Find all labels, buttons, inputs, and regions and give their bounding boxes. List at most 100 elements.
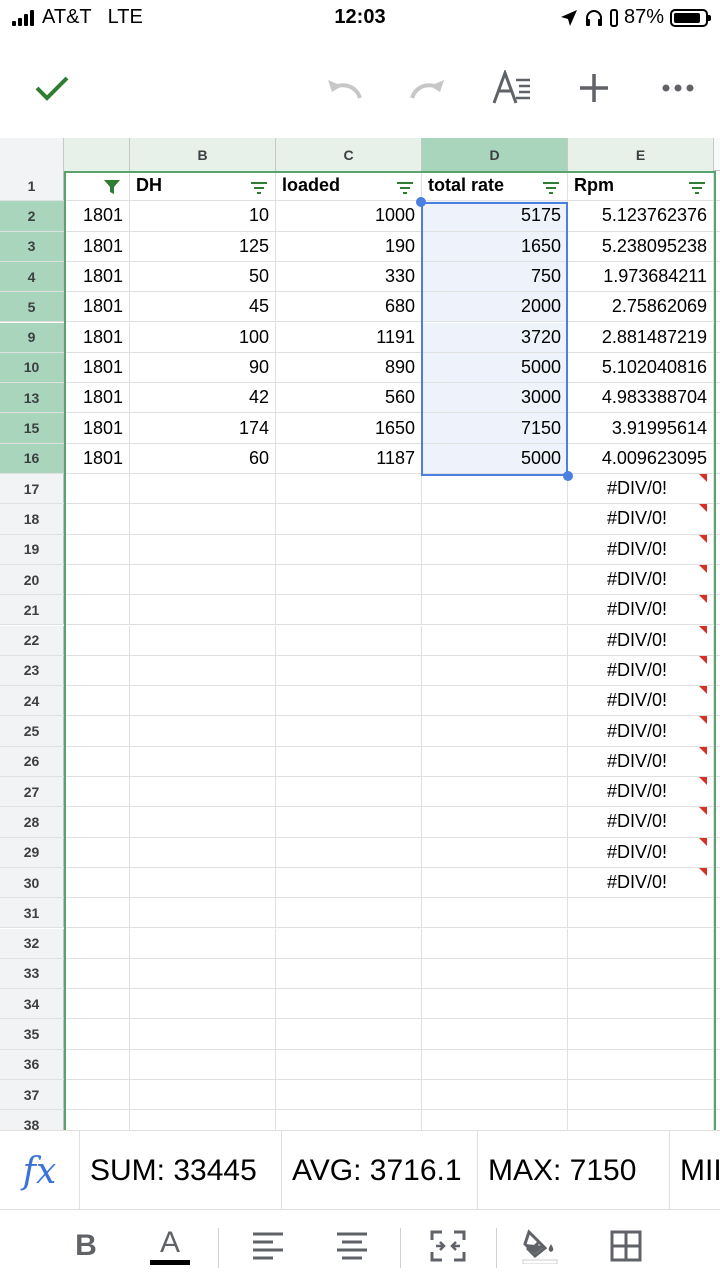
cell[interactable] (130, 777, 276, 807)
column-header-e[interactable]: E (568, 138, 714, 171)
row-number[interactable]: 2 (0, 201, 64, 231)
cell[interactable]: 7150 (422, 413, 568, 443)
cell[interactable] (276, 686, 422, 716)
cell[interactable] (422, 777, 568, 807)
cell[interactable]: 60 (130, 443, 276, 473)
cell[interactable] (130, 928, 276, 958)
cell[interactable] (276, 595, 422, 625)
cell[interactable]: 1801 (64, 231, 130, 261)
cell[interactable] (130, 474, 276, 504)
cell[interactable]: 560 (276, 383, 422, 413)
cell[interactable] (568, 989, 714, 1019)
cell[interactable]: 1801 (64, 201, 130, 231)
row-number[interactable]: 5 (0, 292, 64, 322)
row-number[interactable]: 19 (0, 534, 64, 564)
cell[interactable] (130, 1080, 276, 1110)
cell[interactable] (422, 867, 568, 898)
cell[interactable]: 1.973684211 (568, 261, 714, 292)
cell[interactable]: 680 (276, 292, 422, 322)
cell[interactable] (422, 898, 568, 928)
cell[interactable] (64, 1110, 130, 1130)
cell[interactable]: Rpm (568, 171, 714, 201)
row-number[interactable]: 20 (0, 564, 64, 595)
cell[interactable]: #DIV/0! (568, 777, 714, 807)
cell[interactable]: 330 (276, 261, 422, 292)
cell[interactable]: 750 (422, 261, 568, 292)
cell[interactable]: 1801 (64, 413, 130, 443)
cell[interactable] (130, 716, 276, 746)
cell[interactable]: #DIV/0! (568, 716, 714, 746)
cell[interactable]: 10 (130, 201, 276, 231)
cell[interactable] (64, 686, 130, 716)
cell[interactable] (130, 1019, 276, 1049)
cell[interactable] (276, 474, 422, 504)
cell[interactable] (130, 655, 276, 686)
cell[interactable]: 1801 (64, 261, 130, 292)
filter-icon[interactable] (687, 179, 707, 194)
cell[interactable] (422, 807, 568, 837)
merge-cells-button[interactable] (420, 1218, 476, 1274)
cell[interactable] (130, 867, 276, 898)
cell[interactable]: 5.123762376 (568, 201, 714, 231)
cell[interactable]: 125 (130, 231, 276, 261)
cell[interactable]: 5000 (422, 443, 568, 473)
cell[interactable] (422, 746, 568, 776)
cell[interactable] (422, 564, 568, 595)
cell[interactable] (130, 898, 276, 928)
cell[interactable]: 174 (130, 413, 276, 443)
redo-button[interactable] (400, 60, 456, 116)
cell[interactable] (276, 716, 422, 746)
filter-icon[interactable] (249, 179, 269, 194)
cell[interactable]: 1191 (276, 322, 422, 352)
row-number[interactable]: 29 (0, 837, 64, 867)
sum-stat[interactable]: SUM: 33445 (80, 1131, 282, 1209)
row-number[interactable]: 23 (0, 655, 64, 686)
cell[interactable]: 1000 (276, 201, 422, 231)
cell[interactable]: #DIV/0! (568, 867, 714, 898)
cell[interactable]: 2.881487219 (568, 322, 714, 352)
cell[interactable] (276, 534, 422, 564)
cell[interactable] (276, 1080, 422, 1110)
borders-button[interactable] (598, 1218, 654, 1274)
cell[interactable]: 190 (276, 231, 422, 261)
row-number[interactable]: 25 (0, 716, 64, 746)
row-number[interactable]: 15 (0, 413, 64, 443)
cell[interactable]: #DIV/0! (568, 564, 714, 595)
selection-handle-top[interactable] (416, 197, 426, 207)
cell[interactable] (422, 1110, 568, 1130)
row-number[interactable]: 24 (0, 686, 64, 716)
cell[interactable]: #DIV/0! (568, 625, 714, 655)
cell[interactable] (568, 1019, 714, 1049)
cell[interactable] (64, 534, 130, 564)
cell[interactable]: 100 (130, 322, 276, 352)
cell[interactable]: 3000 (422, 383, 568, 413)
row-number[interactable]: 36 (0, 1049, 64, 1079)
more-button[interactable] (650, 60, 706, 116)
cell[interactable] (422, 716, 568, 746)
cell[interactable] (422, 1019, 568, 1049)
cell[interactable]: 4.009623095 (568, 443, 714, 473)
cell[interactable] (64, 746, 130, 776)
cell[interactable]: 5000 (422, 352, 568, 383)
row-number[interactable]: 3 (0, 231, 64, 261)
cell[interactable]: #DIV/0! (568, 474, 714, 504)
cell[interactable] (130, 1049, 276, 1079)
fill-color-button[interactable] (512, 1218, 568, 1274)
cell[interactable] (64, 807, 130, 837)
cell[interactable] (276, 928, 422, 958)
row-number[interactable]: 26 (0, 746, 64, 776)
cell[interactable] (276, 625, 422, 655)
cell[interactable] (64, 777, 130, 807)
cell[interactable] (130, 746, 276, 776)
cell[interactable] (276, 867, 422, 898)
cell[interactable]: 42 (130, 383, 276, 413)
cell[interactable]: 1801 (64, 383, 130, 413)
cell[interactable]: 3.91995614 (568, 413, 714, 443)
row-number[interactable]: 34 (0, 989, 64, 1019)
row-number[interactable]: 13 (0, 383, 64, 413)
cell[interactable]: 1801 (64, 292, 130, 322)
cell[interactable] (64, 474, 130, 504)
cell[interactable]: DH (130, 171, 276, 201)
cell[interactable] (422, 655, 568, 686)
cell[interactable] (568, 1049, 714, 1079)
